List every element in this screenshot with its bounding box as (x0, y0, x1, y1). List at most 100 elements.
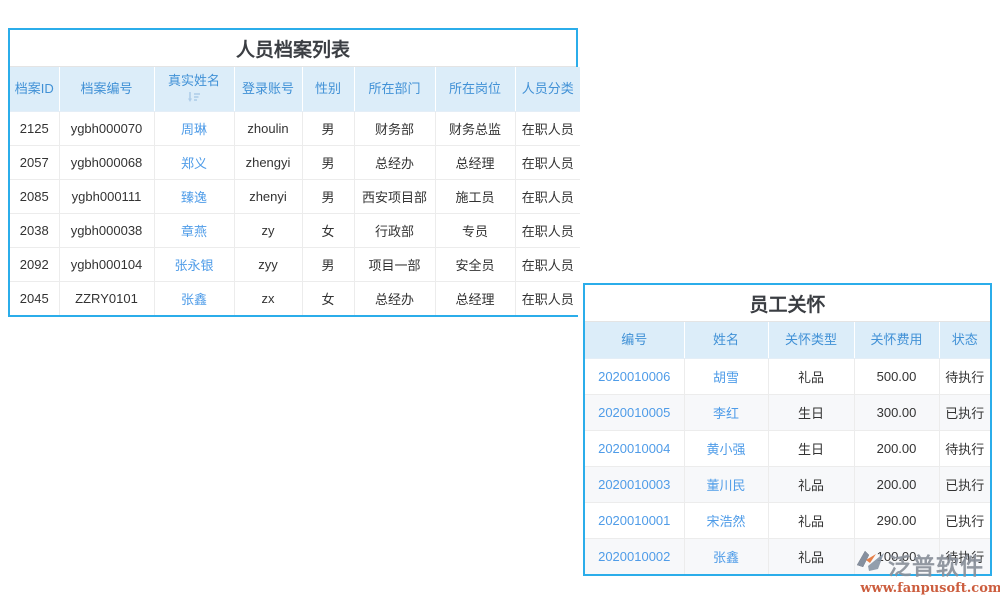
care_table-record-link[interactable]: 2020010006 (598, 369, 670, 384)
care_table-link-cell: 2020010003 (585, 466, 684, 502)
personnel_table-link-cell: 郑义 (154, 145, 234, 179)
care_table-cell: 300.00 (854, 394, 939, 430)
personnel_table-record-link[interactable]: 张永银 (174, 258, 213, 273)
employee-care-panel: 员工关怀 编号姓名关怀类型关怀费用状态2020010006胡雪礼品500.00待… (583, 283, 992, 576)
personnel_table-cell: 2085 (10, 179, 59, 213)
personnel_table-link-cell: 臻逸 (154, 179, 234, 213)
table-row: 2020010004 黄小强 生日200.00待执行 (585, 430, 990, 466)
care_table-link-cell: 李红 (684, 394, 768, 430)
care_table-cell: 待执行 (939, 430, 990, 466)
care_table-cell: 待执行 (939, 358, 990, 394)
care_table-link-cell: 2020010005 (585, 394, 684, 430)
personnel_table-col-header-6: 所在岗位 (435, 67, 515, 111)
personnel_table-col-header-1: 档案编号 (59, 67, 154, 111)
personnel_table-record-link[interactable]: 周琳 (181, 122, 207, 137)
care_table-record-link[interactable]: 董川民 (706, 478, 745, 493)
care_table-record-link[interactable]: 2020010002 (598, 549, 670, 564)
personnel_table-link-cell: 张鑫 (154, 281, 234, 315)
personnel_table-record-link[interactable]: 张鑫 (181, 292, 207, 307)
care_table-col-header-2: 关怀类型 (768, 322, 854, 358)
care_table-col-header-4: 状态 (939, 322, 990, 358)
care_table-link-cell: 2020010006 (585, 358, 684, 394)
personnel_table-cell: zhenyi (234, 179, 302, 213)
care_table-cell: 礼品 (768, 538, 854, 574)
care_table-record-link[interactable]: 2020010003 (598, 477, 670, 492)
care_table-col-header-0: 编号 (585, 322, 684, 358)
table-row: 2020010005 李红 生日300.00已执行 (585, 394, 990, 430)
table-row: 2020010003董川民礼品200.00已执行 (585, 466, 990, 502)
employee-care-table: 编号姓名关怀类型关怀费用状态2020010006胡雪礼品500.00待执行202… (585, 322, 990, 574)
care_table-col-header-1: 姓名 (684, 322, 768, 358)
personnel_table-link-cell: 张永银 (154, 247, 234, 281)
personnel_table-cell: zhengyi (234, 145, 302, 179)
personnel_table-cell: ygbh000104 (59, 247, 154, 281)
personnel_table-cell: 总经办 (354, 281, 435, 315)
care_table-record-link[interactable]: 胡雪 (713, 370, 739, 385)
personnel-archive-table: 档案ID档案编号真实姓名登录账号性别所在部门所在岗位人员分类2125ygbh00… (10, 67, 580, 315)
care_table-record-link[interactable]: 黄小强 (706, 442, 745, 457)
table-row: 2092ygbh000104张永银zyy男项目一部安全员在职人员 (10, 247, 580, 281)
personnel_table-col-header-4: 性别 (302, 67, 354, 111)
care_table-cell: 已执行 (939, 466, 990, 502)
personnel_table-cell: 在职人员 (515, 213, 580, 247)
personnel_table-record-link[interactable]: 郑义 (181, 156, 207, 171)
personnel_table-cell: 女 (302, 213, 354, 247)
care_table-link-cell: 2020010001 (585, 502, 684, 538)
care_table-record-link[interactable]: 2020010005 (598, 405, 670, 420)
personnel_table-cell: 男 (302, 111, 354, 145)
personnel_table-col-header-0: 档案ID (10, 67, 59, 111)
care_table-cell: 生日 (768, 394, 854, 430)
personnel_table-cell: 2045 (10, 281, 59, 315)
personnel_table-cell: zhoulin (234, 111, 302, 145)
care_table-cell: 已执行 (939, 502, 990, 538)
personnel_table-cell: ygbh000070 (59, 111, 154, 145)
care_table-link-cell: 张鑫 (684, 538, 768, 574)
personnel_table-cell: 财务总监 (435, 111, 515, 145)
personnel_table-col-header-7: 人员分类 (515, 67, 580, 111)
care_table-cell: 500.00 (854, 358, 939, 394)
personnel_table-record-link[interactable]: 章燕 (181, 224, 207, 239)
personnel_table-cell: 总经办 (354, 145, 435, 179)
personnel_table-cell: 女 (302, 281, 354, 315)
personnel_table-cell: zyy (234, 247, 302, 281)
care_table-cell: 200.00 (854, 466, 939, 502)
vendor-url-text: www.fanpusoft.com (856, 581, 1000, 596)
care_table-cell: 100.00 (854, 538, 939, 574)
personnel_table-col-header-3: 登录账号 (234, 67, 302, 111)
personnel_table-cell: ygbh000111 (59, 179, 154, 213)
personnel_table-cell: 2125 (10, 111, 59, 145)
personnel_table-cell: ygbh000068 (59, 145, 154, 179)
personnel_table-link-cell: 章燕 (154, 213, 234, 247)
table-row: 2020010002 张鑫 礼品100.00待执行 (585, 538, 990, 574)
personnel_table-col-header-2[interactable]: 真实姓名 (154, 67, 234, 111)
personnel_table-cell: 西安项目部 (354, 179, 435, 213)
care_table-cell: 生日 (768, 430, 854, 466)
personnel_table-cell: 施工员 (435, 179, 515, 213)
personnel_table-cell: zx (234, 281, 302, 315)
personnel_table-cell: 专员 (435, 213, 515, 247)
personnel_table-cell: 在职人员 (515, 281, 580, 315)
personnel-archive-panel: 人员档案列表 档案ID档案编号真实姓名登录账号性别所在部门所在岗位人员分类212… (8, 28, 578, 317)
care_table-record-link[interactable]: 宋浩然 (706, 514, 745, 529)
personnel_table-cell: ZZRY0101 (59, 281, 154, 315)
care_table-record-link[interactable]: 张鑫 (713, 550, 739, 565)
personnel_table-cell: ygbh000038 (59, 213, 154, 247)
personnel_table-cell: 财务部 (354, 111, 435, 145)
care_table-cell: 200.00 (854, 430, 939, 466)
sort-icon (188, 90, 201, 105)
care_table-record-link[interactable]: 2020010001 (598, 513, 670, 528)
personnel_table-record-link[interactable]: 臻逸 (181, 190, 207, 205)
personnel_table-cell: 在职人员 (515, 145, 580, 179)
personnel_table-cell: 在职人员 (515, 179, 580, 213)
personnel_table-cell: 总经理 (435, 281, 515, 315)
personnel_table-cell: 行政部 (354, 213, 435, 247)
personnel-archive-title: 人员档案列表 (10, 30, 576, 67)
care_table-cell: 已执行 (939, 394, 990, 430)
care_table-record-link[interactable]: 李红 (713, 406, 739, 421)
table-row: 2045ZZRY0101 张鑫 zx女总经办总经理在职人员 (10, 281, 580, 315)
personnel_table-cell: 男 (302, 145, 354, 179)
care_table-link-cell: 宋浩然 (684, 502, 768, 538)
care_table-cell: 待执行 (939, 538, 990, 574)
care_table-link-cell: 胡雪 (684, 358, 768, 394)
care_table-record-link[interactable]: 2020010004 (598, 441, 670, 456)
